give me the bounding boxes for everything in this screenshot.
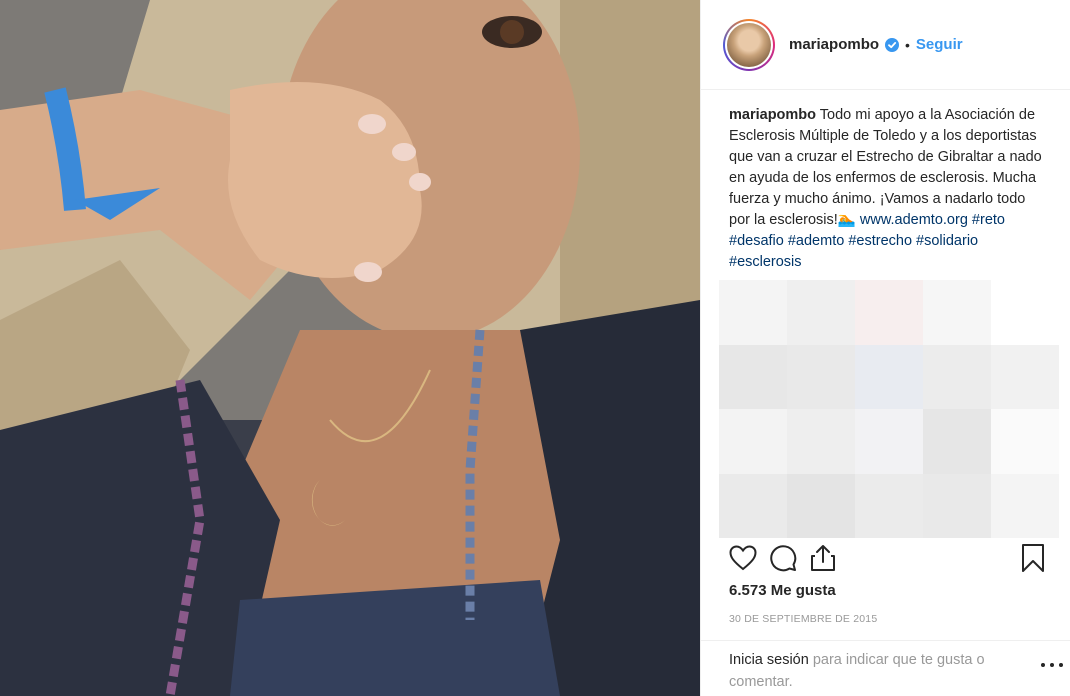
post-actions (723, 538, 1053, 578)
comment-prompt: Inicia sesión para indicar que te gusta … (701, 640, 1070, 696)
share-icon[interactable] (803, 538, 843, 578)
follow-button[interactable]: Seguir (916, 36, 963, 53)
comment-icon[interactable] (763, 538, 803, 578)
selfie-illustration (0, 0, 700, 696)
hashtag-solidario[interactable]: #solidario (916, 233, 978, 249)
comment-prompt-text: Inicia sesión para indicar que te gusta … (729, 649, 1019, 693)
bookmark-icon[interactable] (1013, 538, 1053, 578)
post-caption: mariapombo Todo mi apoyo a la Asociación… (729, 105, 1049, 273)
likes-count[interactable]: 6.573 Me gusta (729, 582, 836, 599)
hashtag-estrecho[interactable]: #estrecho (848, 233, 912, 249)
more-dot (1041, 663, 1045, 667)
post-photo[interactable] (0, 0, 700, 696)
hashtag-desafio[interactable]: #desafio (729, 233, 784, 249)
pixelated-comments-area (719, 280, 1059, 538)
caption-username[interactable]: mariapombo (729, 107, 816, 123)
more-dot (1059, 663, 1063, 667)
heart-icon[interactable] (723, 538, 763, 578)
hashtag-esclerosis[interactable]: #esclerosis (729, 254, 802, 270)
more-dot (1050, 663, 1054, 667)
avatar-image (727, 22, 771, 67)
caption-text: Todo mi apoyo a la Asociación de Esclero… (729, 107, 1042, 228)
caption-link-website[interactable]: www.ademto.org (860, 212, 968, 228)
header-separator: • (905, 36, 910, 53)
avatar[interactable] (723, 18, 775, 71)
post-header: mariapombo • Seguir (701, 0, 1070, 90)
post-sidebar: mariapombo • Seguir mariapombo Todo mi a… (700, 0, 1070, 696)
avatar-frame (725, 20, 773, 69)
hashtag-reto[interactable]: #reto (972, 212, 1005, 228)
hashtag-ademto[interactable]: #ademto (788, 233, 844, 249)
header-username[interactable]: mariapombo (789, 36, 879, 53)
more-options-icon[interactable] (1041, 661, 1063, 669)
login-link[interactable]: Inicia sesión (729, 652, 809, 668)
verified-badge-icon (885, 37, 900, 52)
post-date[interactable]: 30 DE SEPTIEMBRE DE 2015 (729, 613, 877, 625)
